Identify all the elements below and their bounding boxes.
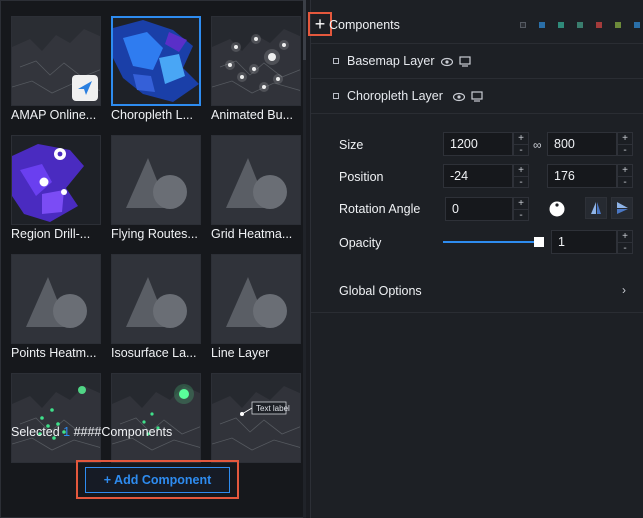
- layer-bullet-icon: [333, 58, 339, 64]
- component-tile-label: Flying Routes...: [111, 227, 198, 241]
- components-title: Components: [329, 18, 400, 32]
- layer-name: Basemap Layer: [347, 54, 435, 68]
- thumbnail-image: [212, 17, 300, 105]
- component-tile-label: AMAP Online...: [11, 108, 97, 122]
- color-swatch[interactable]: [520, 22, 526, 28]
- component-thumbnail[interactable]: Text label: [211, 373, 301, 463]
- size-height-input[interactable]: 800: [547, 132, 617, 156]
- link-ratio-icon[interactable]: ∞: [533, 138, 542, 152]
- flip-horizontal-button[interactable]: [585, 197, 607, 219]
- component-thumbnail[interactable]: [111, 373, 201, 463]
- thumbnail-image: Text label: [212, 374, 300, 462]
- flip-vertical-button[interactable]: [611, 197, 633, 219]
- rotation-label: Rotation Angle: [339, 202, 421, 216]
- component-thumbnail[interactable]: [111, 254, 201, 344]
- rotation-stepper[interactable]: + -: [513, 197, 529, 221]
- component-thumbnail[interactable]: [211, 254, 301, 344]
- position-label: Position: [339, 170, 384, 184]
- flip-horizontal-icon: [591, 202, 601, 214]
- layer-row-basemap[interactable]: Basemap Layer: [311, 44, 643, 79]
- layer-bullet-icon: [333, 93, 339, 99]
- thumbnail-image: [113, 18, 199, 104]
- library-scrollbar-thumb[interactable]: [303, 0, 306, 60]
- component-tile-label: Animated Bu...: [211, 108, 293, 122]
- thumbnail-image: [12, 374, 100, 462]
- component-tile-label: Grid Heatma...: [211, 227, 293, 241]
- text-label-sample: Text label: [256, 404, 290, 413]
- flip-vertical-icon: [617, 202, 628, 214]
- selected-summary: Selected 1 ####Components: [11, 425, 173, 439]
- layer-settings-icon[interactable]: [459, 56, 471, 67]
- position-y-input[interactable]: 176: [547, 164, 617, 188]
- component-thumbnail[interactable]: [111, 135, 201, 225]
- component-thumbnail[interactable]: [111, 16, 201, 106]
- eye-icon[interactable]: [453, 92, 465, 102]
- component-tile-label: Choropleth L...: [111, 108, 193, 122]
- rotation-input[interactable]: 0: [445, 197, 513, 221]
- size-label: Size: [339, 138, 364, 152]
- chevron-right-icon[interactable]: ›: [622, 283, 626, 297]
- add-component-button[interactable]: + Add Component: [85, 467, 230, 493]
- library-scrollbar[interactable]: [303, 0, 306, 518]
- component-thumbnail[interactable]: [211, 16, 301, 106]
- component-tile[interactable]: [11, 373, 111, 463]
- add-component-highlight: + Add Component: [76, 460, 239, 499]
- position-y-stepper[interactable]: + -: [617, 164, 633, 188]
- component-tile-label: Isosurface La...: [111, 346, 197, 360]
- component-tile[interactable]: Animated Bu...: [211, 16, 305, 122]
- thumbnail-image: [112, 255, 200, 343]
- color-swatch[interactable]: [634, 22, 640, 28]
- component-thumbnail[interactable]: [11, 254, 101, 344]
- color-swatch[interactable]: [539, 22, 545, 28]
- component-tile[interactable]: Isosurface La...: [111, 254, 211, 360]
- components-header: + Components: [308, 0, 643, 44]
- size-width-stepper[interactable]: + -: [513, 132, 529, 156]
- component-tile[interactable]: Flying Routes...: [111, 135, 211, 241]
- layer-row-choropleth[interactable]: Choropleth Layer: [311, 79, 643, 114]
- thumbnail-image: [112, 374, 200, 462]
- layer-settings-icon[interactable]: [471, 91, 483, 102]
- layer-name: Choropleth Layer: [347, 89, 443, 103]
- opacity-label: Opacity: [339, 236, 382, 250]
- component-thumbnail[interactable]: [211, 135, 301, 225]
- component-library-panel: AMAP Online... Choropleth L... Animated Bu…: [0, 0, 306, 518]
- component-tile-label: Line Layer: [211, 346, 270, 360]
- thumbnail-image: [212, 136, 300, 224]
- component-tile[interactable]: Choropleth L...: [111, 16, 211, 122]
- opacity-input[interactable]: 1: [551, 230, 617, 254]
- thumbnail-image: [12, 17, 100, 105]
- component-thumbnail[interactable]: [11, 16, 101, 106]
- selected-count: 1: [63, 425, 71, 439]
- opacity-stepper[interactable]: + -: [617, 230, 633, 254]
- position-x-input[interactable]: -24: [443, 164, 513, 188]
- component-config-panel: + Components Basemap Layer Choropleth La…: [308, 0, 643, 518]
- position-x-stepper[interactable]: + -: [513, 164, 529, 188]
- component-tile[interactable]: Line Layer: [211, 254, 305, 360]
- thumbnail-image: [212, 255, 300, 343]
- component-tile-label: Region Drill-...: [11, 227, 91, 241]
- color-swatch[interactable]: [558, 22, 564, 28]
- component-tile[interactable]: [111, 373, 211, 463]
- size-width-input[interactable]: 1200: [443, 132, 513, 156]
- opacity-slider-track[interactable]: [443, 241, 539, 243]
- component-tile[interactable]: Grid Heatma...: [211, 135, 305, 241]
- component-tile[interactable]: Points Heatm...: [11, 254, 111, 360]
- component-tile[interactable]: Region Drill-...: [11, 135, 111, 241]
- eye-icon[interactable]: [441, 57, 453, 67]
- thumbnail-image: [12, 136, 100, 224]
- component-tile-label: Points Heatm...: [11, 346, 97, 360]
- thumbnail-image: [12, 255, 100, 343]
- component-thumbnail[interactable]: [11, 373, 101, 463]
- component-tile[interactable]: AMAP Online...: [11, 16, 111, 122]
- color-swatch[interactable]: [615, 22, 621, 28]
- opacity-slider-handle[interactable]: [534, 237, 544, 247]
- color-swatch[interactable]: [596, 22, 602, 28]
- thumbnail-image: [112, 136, 200, 224]
- size-height-stepper[interactable]: + -: [617, 132, 633, 156]
- global-options-label[interactable]: Global Options: [339, 284, 422, 298]
- component-thumbnail[interactable]: [11, 135, 101, 225]
- rotation-dial-icon[interactable]: [549, 201, 565, 217]
- color-swatch[interactable]: [577, 22, 583, 28]
- component-tile[interactable]: Text label: [211, 373, 305, 463]
